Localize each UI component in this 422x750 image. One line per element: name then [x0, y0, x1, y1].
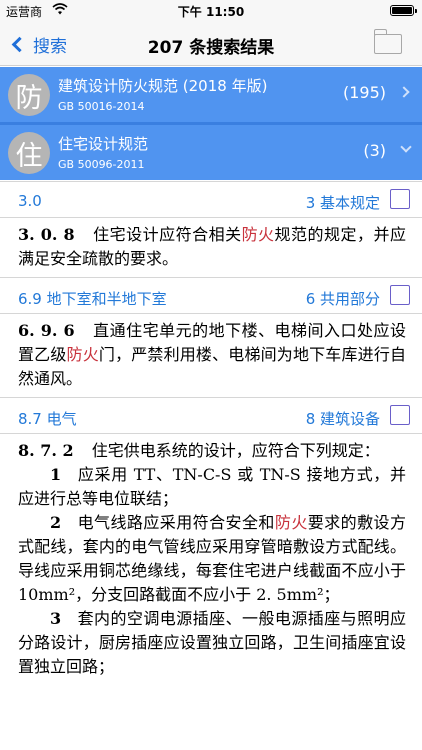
clause-body: 住宅供电系统的设计，应符合下列规定：: [91, 441, 380, 460]
section-header[interactable]: 8.7 电气 8 建筑设备: [0, 397, 422, 434]
results-list: 3.0 3 基本规定 3. 0. 8 住宅设计应符合相关防火规范的规定，并应满足安…: [0, 181, 422, 685]
chevron-right-icon: [398, 86, 410, 98]
document-code: GB 50016-2014: [58, 100, 145, 113]
document-title: 住宅设计规范: [58, 135, 149, 153]
section-header[interactable]: 3.0 3 基本规定: [0, 181, 422, 218]
document-code: GB 50096-2011: [58, 158, 145, 171]
result-count: (3): [363, 141, 386, 160]
chapter-label: 6 共用部分: [305, 290, 380, 308]
clause-item: 2 电气线路应采用符合安全和防火要求的敷设方式配线，套内的电气管线应采用穿管暗敷设…: [18, 511, 406, 607]
clause-text: 8. 7. 2 住宅供电系统的设计，应符合下列规定： 1 应采用 TT、TN-C-S…: [0, 434, 422, 685]
document-badge: 住: [8, 132, 50, 174]
search-highlight: 防火: [66, 345, 99, 364]
search-highlight: 防火: [274, 513, 308, 532]
document-badge: 防: [8, 74, 50, 116]
item-number: 3: [50, 609, 62, 628]
select-checkbox[interactable]: [390, 405, 410, 425]
item-number: 1: [50, 465, 62, 484]
chapter-label: 3 基本规定: [305, 194, 380, 212]
clause-item: 1 应采用 TT、TN-C-S 或 TN-S 接地方式，并应进行总等电位联结；: [18, 463, 406, 511]
document-row-fire-code[interactable]: 防 建筑设计防火规范 (2018 年版) GB 50016-2014 (195): [0, 67, 422, 122]
section-header[interactable]: 6.9 地下室和半地下室 6 共用部分: [0, 277, 422, 314]
clause-number: 8. 7. 2: [18, 441, 74, 460]
item-number: 2: [50, 513, 62, 532]
chevron-down-icon: [400, 141, 412, 153]
section-label: 3.0: [18, 192, 42, 210]
status-bar: 运营商 下午 11:50: [0, 0, 422, 22]
document-title: 建筑设计防火规范 (2018 年版): [58, 77, 268, 95]
document-row-residential-code[interactable]: 住 住宅设计规范 GB 50096-2011 (3): [0, 125, 422, 180]
search-highlight: 防火: [241, 225, 275, 244]
section-label: 8.7 电气: [18, 410, 77, 428]
item-text: 套内的空调电源插座、一般电源插座与照明应分路设计，厨房插座应设置独立回路，卫生间…: [18, 609, 406, 676]
navigation-bar: 搜索 207 条搜索结果: [0, 22, 422, 66]
section-label: 6.9 地下室和半地下室: [18, 290, 167, 308]
clock: 下午 11:50: [177, 5, 245, 19]
clause-number: 3. 0. 8: [18, 225, 75, 244]
clause-text: 6. 9. 6 直通住宅单元的地下楼、电梯间入口处应设置乙级防火门，严禁利用楼、电…: [0, 314, 422, 397]
page-title: 207 条搜索结果: [147, 38, 275, 58]
clause-item: 3 套内的空调电源插座、一般电源插座与照明应分路设计，厨房插座应设置独立回路，卫生…: [18, 607, 406, 679]
clause-number: 6. 9. 6: [18, 321, 75, 340]
battery-icon: [390, 5, 417, 16]
clause-body: 住宅设计应符合相关: [92, 225, 242, 244]
select-checkbox[interactable]: [390, 285, 410, 305]
item-text: 电气线路应采用符合安全和: [77, 513, 275, 532]
result-count: (195): [342, 83, 386, 102]
clause-text: 3. 0. 8 住宅设计应符合相关防火规范的规定，并应满足安全疏散的要求。: [0, 218, 422, 277]
item-text: 应采用 TT、TN-C-S 或 TN-S 接地方式，并应进行总等电位联结；: [18, 465, 406, 508]
chapter-label: 8 建筑设备: [305, 410, 380, 428]
select-checkbox[interactable]: [390, 189, 410, 209]
folder-icon[interactable]: [373, 29, 402, 54]
